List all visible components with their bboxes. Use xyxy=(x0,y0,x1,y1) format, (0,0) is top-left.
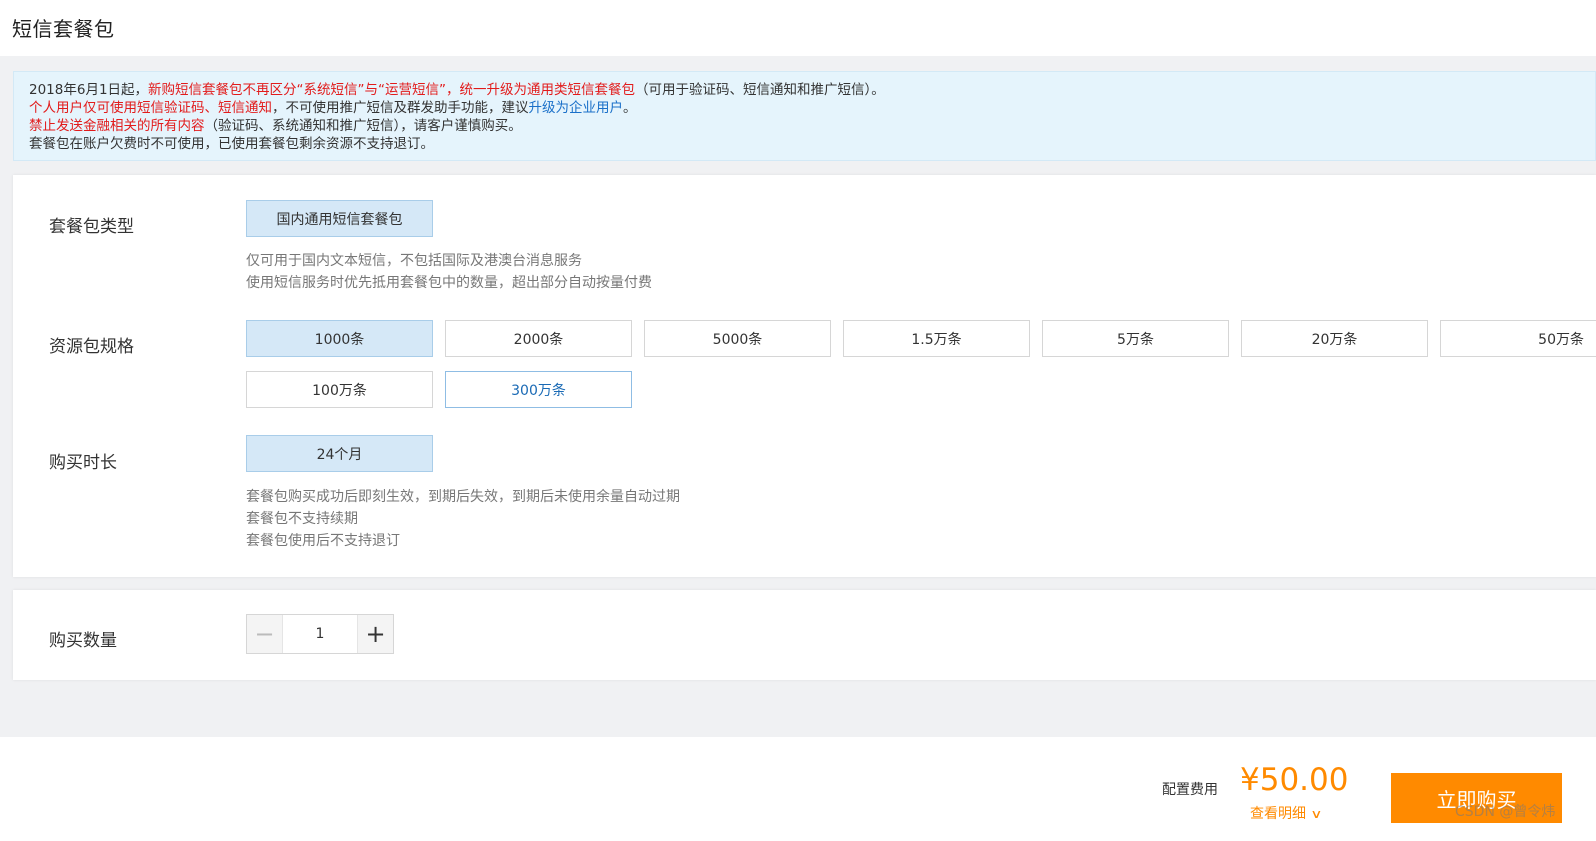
notice-banner: 2018年6月1日起，新购短信套餐包不再区分“系统短信”与“运营短信”，统一升级… xyxy=(13,71,1596,161)
notice-text: ，不可使用推广短信及群发助手功能，建议 xyxy=(272,100,529,116)
duration-description: 套餐包购买成功后即刻生效，到期后失效，到期后未使用余量自动过期 套餐包不支持续期… xyxy=(246,486,680,552)
package-type-option[interactable]: 国内通用短信套餐包 xyxy=(246,200,433,237)
quantity-value[interactable]: 1 xyxy=(283,615,357,653)
quantity-card: 购买数量 − 1 + xyxy=(13,590,1596,680)
increment-button[interactable]: + xyxy=(357,615,393,653)
duration-option-24-months[interactable]: 24个月 xyxy=(246,435,433,472)
notice-highlight: 个人用户仅可使用短信验证码、短信通知 xyxy=(29,100,272,116)
spec-option-2000[interactable]: 2000条 xyxy=(445,320,632,357)
spec-option-15k[interactable]: 1.5万条 xyxy=(843,320,1030,357)
notice-line-2: 个人用户仅可使用短信验证码、短信通知，不可使用推广短信及群发助手功能，建议升级为… xyxy=(29,99,1595,117)
duration-label: 购买时长 xyxy=(49,453,117,473)
notice-text: （验证码、系统通知和推广短信），请客户谨慎购买。 xyxy=(204,118,522,134)
description-line: 套餐包购买成功后即刻生效，到期后失效，到期后未使用余量自动过期 xyxy=(246,489,680,505)
notice-line-4: 套餐包在账户欠费时不可使用，已使用套餐包剩余资源不支持退订。 xyxy=(29,136,434,152)
view-details-link[interactable]: 查看明细 ∨ xyxy=(1250,803,1323,823)
spec-option-1000[interactable]: 1000条 xyxy=(246,320,433,357)
chevron-down-icon: ∨ xyxy=(1310,807,1323,821)
spec-option-50k[interactable]: 5万条 xyxy=(1042,320,1229,357)
spec-option-1m[interactable]: 100万条 xyxy=(246,371,433,408)
total-price: ¥50.00 xyxy=(1240,762,1349,798)
spec-option-3m[interactable]: 300万条 xyxy=(445,371,632,408)
spec-option-200k[interactable]: 20万条 xyxy=(1241,320,1428,357)
cost-label: 配置费用 xyxy=(1162,782,1218,798)
description-line: 仅可用于国内文本短信，不包括国际及港澳台消息服务 xyxy=(246,253,582,269)
notice-text: 2018年6月1日起， xyxy=(29,82,149,98)
notice-text: （可用于验证码、短信通知和推广短信）。 xyxy=(635,82,885,98)
package-type-description: 仅可用于国内文本短信，不包括国际及港澳台消息服务 使用短信服务时优先抵用套餐包中… xyxy=(246,250,652,294)
decrement-button[interactable]: − xyxy=(247,615,283,653)
description-line: 使用短信服务时优先抵用套餐包中的数量，超出部分自动按量付费 xyxy=(246,275,652,291)
view-details-label: 查看明细 xyxy=(1250,806,1306,822)
page-header: 短信套餐包 xyxy=(0,0,1596,56)
notice-highlight: 禁止发送金融相关的所有内容 xyxy=(29,118,205,134)
notice-text: 。 xyxy=(623,100,637,116)
watermark: CSDN @曾令炜 xyxy=(1455,804,1556,820)
quantity-stepper: − 1 + xyxy=(246,614,394,654)
purchase-footer: 配置费用 ¥50.00 查看明细 ∨ 立即购买 CSDN @曾令炜 xyxy=(0,737,1596,841)
spec-label: 资源包规格 xyxy=(49,337,134,357)
notice-line-3: 禁止发送金融相关的所有内容（验证码、系统通知和推广短信），请客户谨慎购买。 xyxy=(29,117,1595,135)
package-type-label: 套餐包类型 xyxy=(49,217,134,237)
spec-option-500k[interactable]: 50万条 xyxy=(1440,320,1596,357)
quantity-label: 购买数量 xyxy=(49,631,117,651)
description-line: 套餐包不支持续期 xyxy=(246,511,358,527)
notice-highlight: 新购短信套餐包不再区分“系统短信”与“运营短信”，统一升级为通用类短信套餐包 xyxy=(148,82,636,98)
page-title: 短信套餐包 xyxy=(12,17,115,41)
config-card: 套餐包类型 国内通用短信套餐包 仅可用于国内文本短信，不包括国际及港澳台消息服务… xyxy=(13,175,1596,577)
upgrade-enterprise-link[interactable]: 升级为企业用户 xyxy=(529,100,624,116)
notice-line-1: 2018年6月1日起，新购短信套餐包不再区分“系统短信”与“运营短信”，统一升级… xyxy=(29,81,1595,99)
spec-option-5000[interactable]: 5000条 xyxy=(644,320,831,357)
description-line: 套餐包使用后不支持退订 xyxy=(246,533,400,549)
